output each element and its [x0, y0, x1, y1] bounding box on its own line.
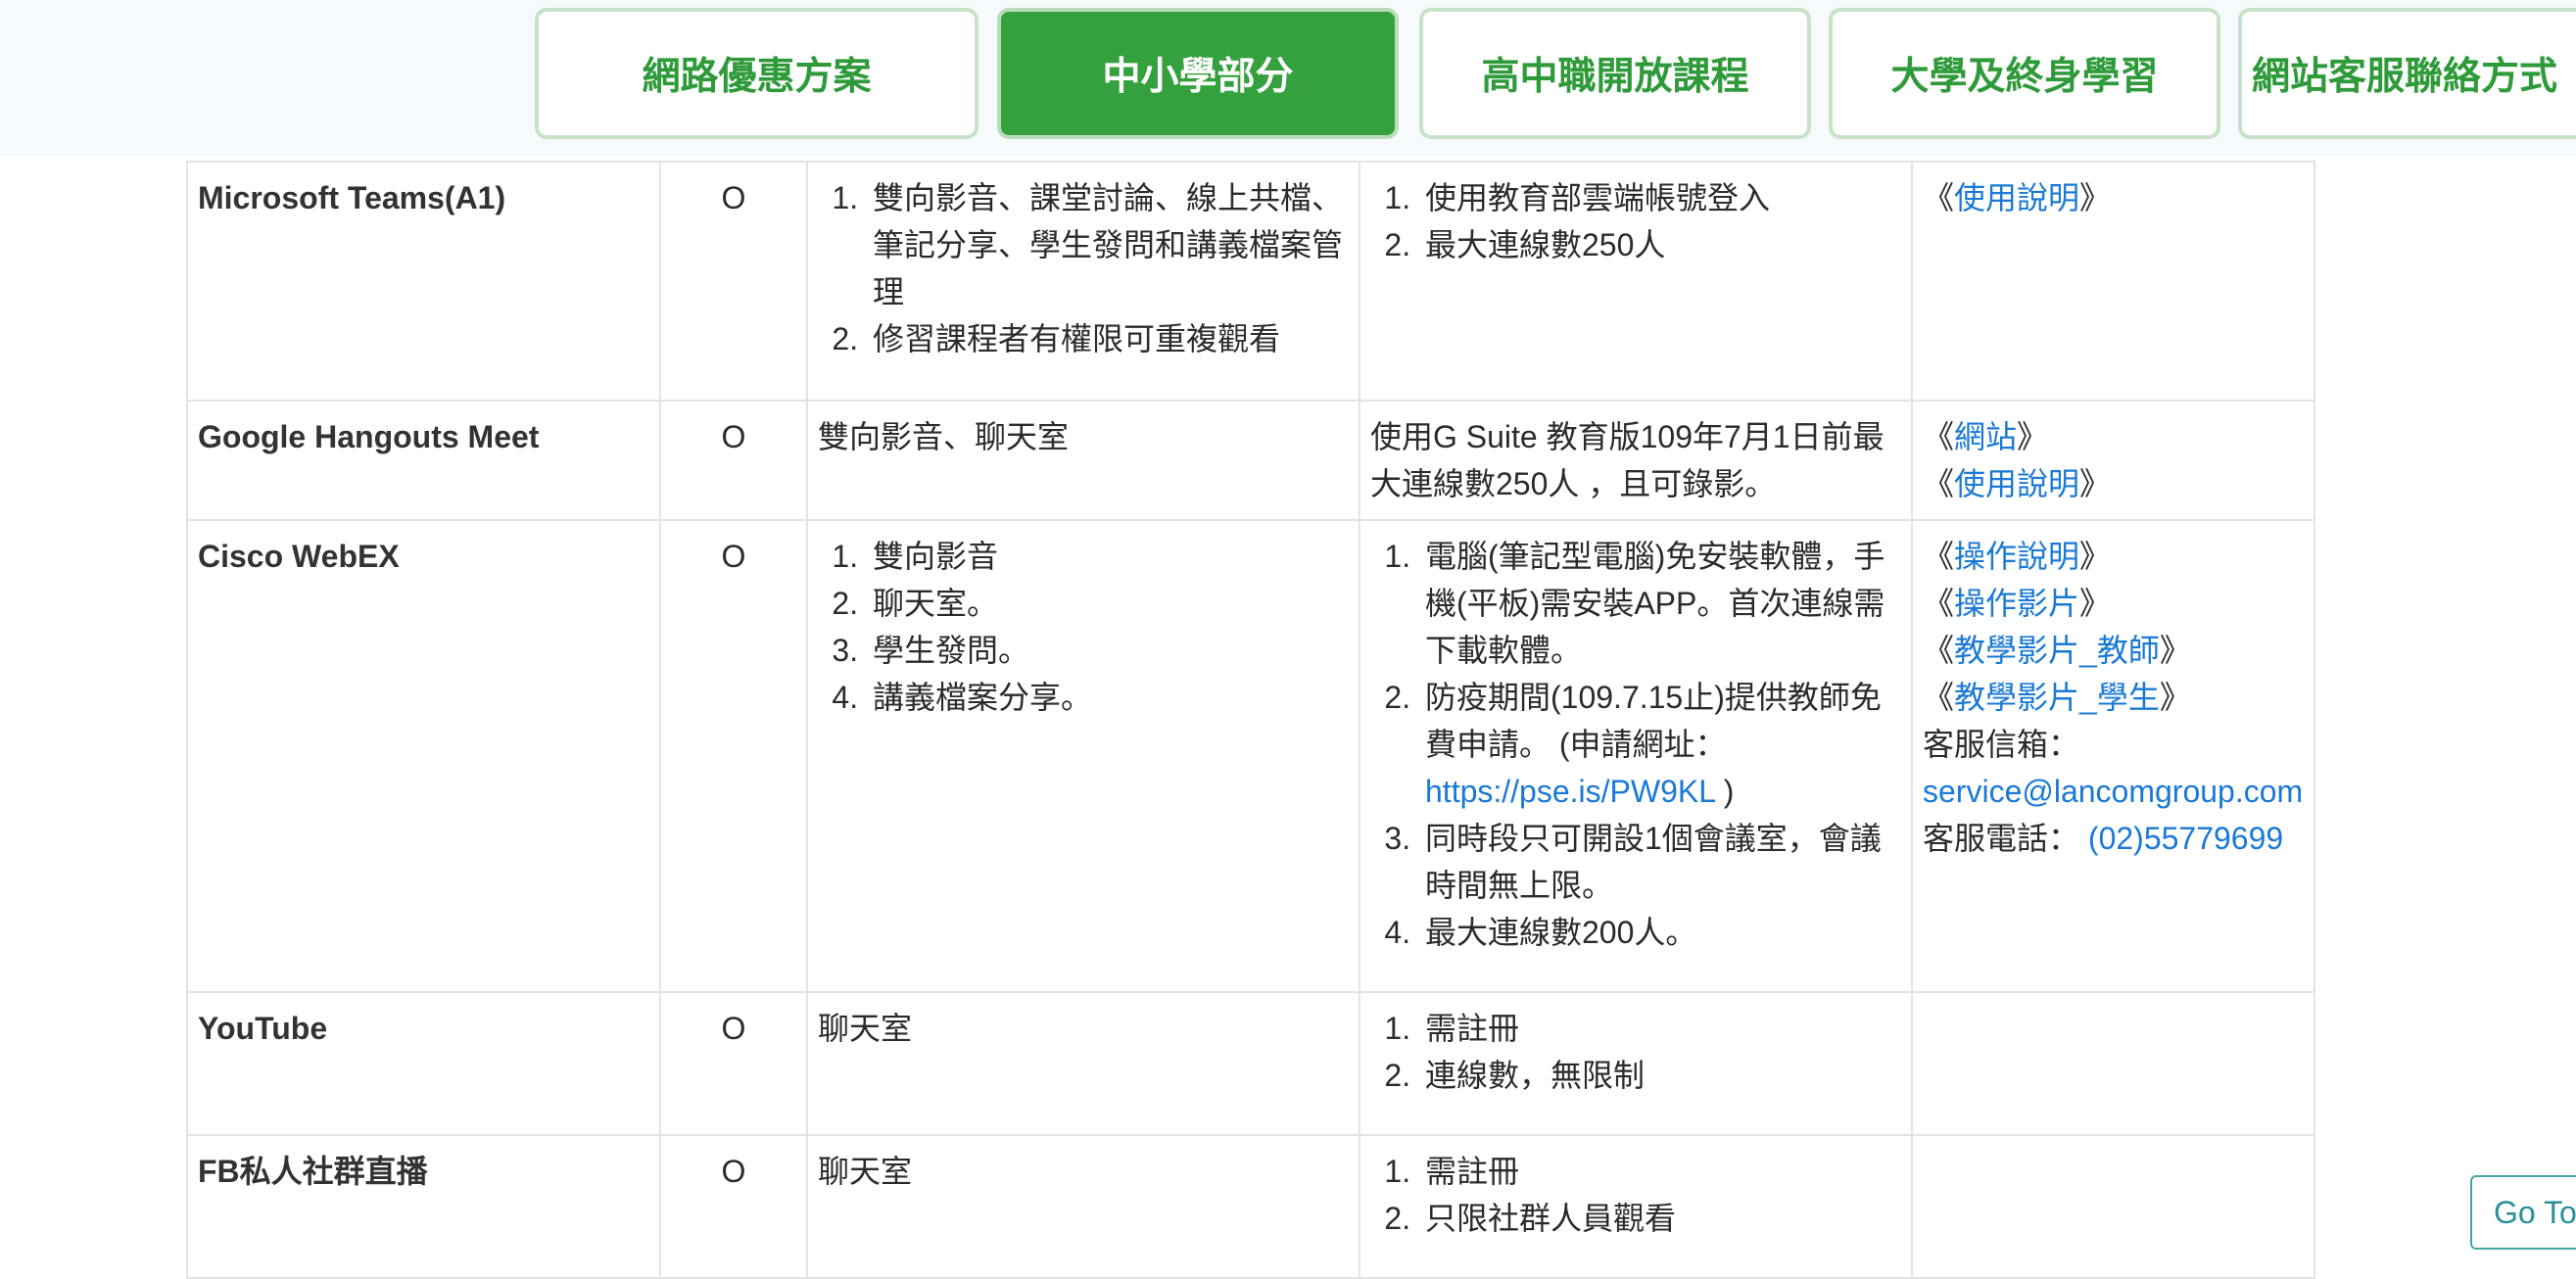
link-student-video[interactable]: 教學影片_學生 — [1954, 680, 2160, 715]
bracket-close: 》 — [2159, 680, 2191, 715]
bracket-open: 《 — [1923, 466, 1955, 501]
list-item: 講義檔案分享。 — [867, 674, 1349, 721]
link-usage-guide[interactable]: 使用說明 — [1954, 180, 2079, 215]
list-item: 防疫期間(109.7.15止)提供教師免費申請。 (申請網址： https://p… — [1419, 674, 1901, 815]
list-item: 電腦(筆記型電腦)免安裝軟體，手機(平板)需安裝APP。首次連線需下載軟體。 — [1419, 533, 1901, 674]
features-cell: 雙向影音 聊天室。 學生發問。 講義檔案分享。 — [806, 519, 1360, 993]
bracket-open: 《 — [1923, 633, 1955, 668]
notes-cell: 電腦(筆記型電腦)免安裝軟體，手機(平板)需安裝APP。首次連線需下載軟體。 防… — [1359, 519, 1913, 993]
list-item: 修習課程者有權限可重複觀看 — [867, 315, 1349, 362]
link-website[interactable]: 網站 — [1954, 419, 2017, 454]
support-mark: O — [659, 991, 808, 1136]
support-mark: O — [659, 1134, 808, 1279]
list-item: 連線數，無限制 — [1419, 1052, 1901, 1099]
notes-cell: 需註冊 只限社群人員觀看 — [1359, 1134, 1913, 1279]
go-top-button[interactable]: Go Top — [2470, 1175, 2576, 1250]
list-item: 使用教育部雲端帳號登入 — [1419, 174, 1901, 221]
list-item: 雙向影音、課堂討論、線上共檔、筆記分享、學生發問和講義檔案管理 — [867, 174, 1349, 315]
features-cell: 聊天室 — [806, 991, 1360, 1136]
support-mark: O — [659, 161, 808, 402]
features-cell: 雙向影音、聊天室 — [806, 400, 1360, 521]
top-nav-bar: 網路優惠方案 中小學部分 高中職開放課程 大學及終身學習 網站客服聯絡方式 — [0, 0, 2576, 157]
bracket-close: 》 — [2079, 586, 2112, 621]
bracket-open: 《 — [1923, 680, 1955, 715]
table-row: Microsoft Teams(A1) O 雙向影音、課堂討論、線上共檔、筆記分… — [186, 161, 2315, 402]
bracket-close: 》 — [2017, 419, 2049, 454]
platform-name: Microsoft Teams(A1) — [186, 161, 661, 402]
platform-name: FB私人社群直播 — [186, 1134, 661, 1279]
links-cell — [1911, 1134, 2315, 1279]
links-cell: 《網站》 《使用說明》 — [1911, 400, 2315, 521]
phone-label: 客服電話： — [1923, 821, 2080, 856]
link-usage-guide[interactable]: 使用說明 — [1954, 466, 2079, 501]
bracket-open: 《 — [1923, 539, 1955, 574]
list-item: 同時段只可開設1個會議室，會議時間無上限。 — [1419, 815, 1901, 909]
list-item: 聊天室。 — [867, 580, 1349, 627]
list-item: 需註冊 — [1419, 1005, 1901, 1052]
bracket-close: 》 — [2079, 180, 2112, 215]
link-operation-guide[interactable]: 操作說明 — [1954, 539, 2079, 574]
tab-customer-service[interactable]: 網站客服聯絡方式 — [2238, 8, 2576, 139]
list-item: 雙向影音 — [867, 533, 1349, 580]
apply-text: 防疫期間(109.7.15止)提供教師免費申請。 (申請網址： — [1425, 680, 1882, 762]
tab-university-lifelong[interactable]: 大學及終身學習 — [1829, 8, 2220, 139]
link-operation-video[interactable]: 操作影片 — [1954, 586, 2079, 621]
phone-link[interactable]: (02)55779699 — [2088, 821, 2283, 856]
table-row: Google Hangouts Meet O 雙向影音、聊天室 使用G Suit… — [186, 400, 2315, 521]
notes-cell: 使用G Suite 教育版109年7月1日前最大連線數250人 ，且可錄影。 — [1359, 400, 1913, 521]
notes-cell: 使用教育部雲端帳號登入 最大連線數250人 — [1359, 161, 1913, 402]
tab-network-offers[interactable]: 網路優惠方案 — [535, 8, 978, 139]
notes-cell: 需註冊 連線數，無限制 — [1359, 991, 1913, 1136]
platform-name: Cisco WebEX — [186, 519, 661, 993]
apply-close: ) — [1714, 774, 1735, 809]
links-cell — [1911, 991, 2315, 1136]
support-mark: O — [659, 400, 808, 521]
bracket-open: 《 — [1923, 180, 1955, 215]
link-teacher-video[interactable]: 教學影片_教師 — [1954, 633, 2160, 668]
platform-name: YouTube — [186, 991, 661, 1136]
tab-primary-secondary[interactable]: 中小學部分 — [997, 8, 1399, 139]
features-cell: 雙向影音、課堂討論、線上共檔、筆記分享、學生發問和講義檔案管理 修習課程者有權限… — [806, 161, 1360, 402]
list-item: 只限社群人員觀看 — [1419, 1195, 1901, 1242]
list-item: 最大連線數200人。 — [1419, 909, 1901, 956]
email-link[interactable]: service@lancomgroup.com — [1923, 774, 2303, 809]
table-row: FB私人社群直播 O 聊天室 需註冊 只限社群人員觀看 — [186, 1134, 2315, 1279]
apply-url-link[interactable]: https://pse.is/PW9KL — [1425, 774, 1715, 809]
bracket-close: 》 — [2159, 633, 2191, 668]
links-cell: 《操作說明》 《操作影片》 《教學影片_教師》 《教學影片_學生》 客服信箱： … — [1911, 519, 2315, 993]
bracket-close: 》 — [2079, 539, 2112, 574]
features-cell: 聊天室 — [806, 1134, 1360, 1279]
tab-high-school-courses[interactable]: 高中職開放課程 — [1419, 8, 1811, 139]
bracket-close: 》 — [2079, 466, 2112, 501]
list-item: 需註冊 — [1419, 1148, 1901, 1195]
platform-table: Microsoft Teams(A1) O 雙向影音、課堂討論、線上共檔、筆記分… — [186, 161, 2315, 1279]
support-mark: O — [659, 519, 808, 993]
list-item: 學生發問。 — [867, 627, 1349, 674]
table-row: YouTube O 聊天室 需註冊 連線數，無限制 — [186, 991, 2315, 1136]
bracket-open: 《 — [1923, 586, 1955, 621]
email-label: 客服信箱： — [1923, 727, 2080, 762]
platform-name: Google Hangouts Meet — [186, 400, 661, 521]
bracket-open: 《 — [1923, 419, 1955, 454]
links-cell: 《使用說明》 — [1911, 161, 2315, 402]
table-row: Cisco WebEX O 雙向影音 聊天室。 學生發問。 講義檔案分享。 電腦… — [186, 519, 2315, 993]
list-item: 最大連線數250人 — [1419, 221, 1901, 268]
